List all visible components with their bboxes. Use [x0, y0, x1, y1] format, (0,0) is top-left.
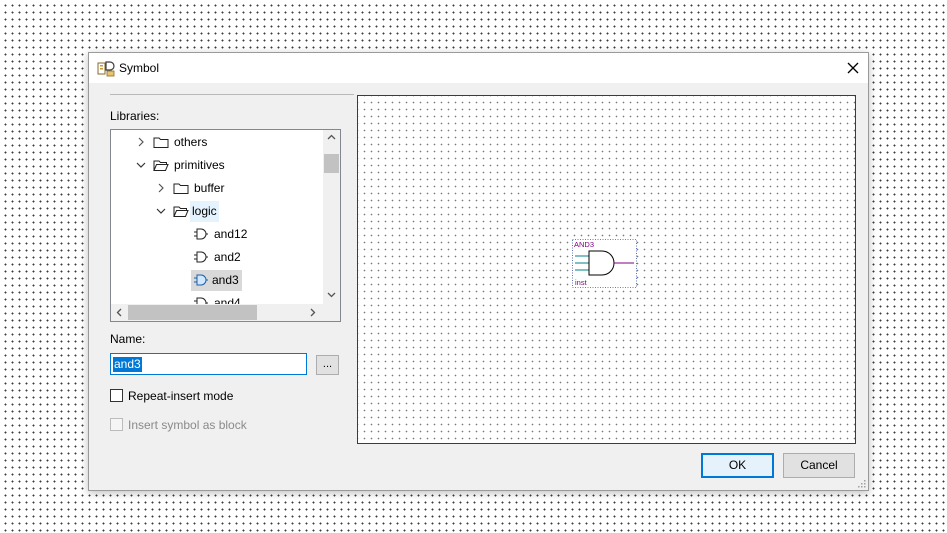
insert-block-label: Insert symbol as block [128, 418, 247, 432]
instance-name-text: inst [575, 278, 588, 287]
symbol-app-icon [97, 61, 115, 77]
symbol-icon [194, 274, 208, 286]
tree-item-buffer[interactable]: buffer [111, 178, 323, 199]
tree-item-label: others [174, 135, 208, 149]
tree-item-label: primitives [174, 158, 225, 172]
symbol-name-text: AND3 [574, 240, 594, 249]
tree-item-label: and2 [214, 250, 241, 264]
folder-open-icon [153, 160, 169, 171]
chevron-right-icon[interactable] [156, 183, 166, 193]
scrollbar-corner [323, 304, 340, 321]
repeat-insert-checkbox[interactable] [110, 389, 123, 402]
close-button[interactable] [838, 53, 868, 83]
tree-item-and4[interactable]: and4 [111, 293, 323, 304]
horizontal-scroll-thumb[interactable] [128, 305, 257, 320]
tree-item-and3[interactable]: and3 [191, 270, 242, 291]
tree-item-and12[interactable]: and12 [111, 224, 323, 245]
tree-item-logic[interactable]: logic [111, 201, 323, 222]
libraries-label: Libraries: [110, 109, 160, 123]
tree-horizontal-scrollbar[interactable] [111, 304, 323, 321]
tree-item-label: and3 [212, 273, 239, 287]
folder-icon [153, 137, 169, 148]
name-input[interactable]: and3 [110, 353, 307, 375]
symbol-dialog: Symbol Libraries: others primitives buff… [88, 52, 869, 491]
cancel-button[interactable]: Cancel [783, 453, 855, 478]
scroll-right-icon[interactable] [310, 308, 316, 317]
scroll-up-icon[interactable] [327, 134, 336, 140]
resize-grip-icon[interactable] [858, 480, 866, 488]
and3-gate-symbol: AND3 inst [572, 239, 637, 288]
symbol-icon [194, 297, 208, 304]
symbol-icon [194, 251, 208, 263]
tree-item-others[interactable]: others [111, 132, 323, 153]
browse-button[interactable]: ... [316, 355, 339, 375]
chevron-down-icon[interactable] [136, 160, 146, 170]
insert-block-checkbox[interactable] [110, 418, 123, 431]
scroll-left-icon[interactable] [116, 308, 122, 317]
folder-open-icon [173, 206, 189, 217]
tree-item-label: logic [190, 201, 219, 222]
symbol-preview: AND3 inst [357, 95, 856, 444]
libraries-tree[interactable]: others primitives buffer logic and12 and… [110, 129, 341, 322]
tree-item-label: and4 [214, 296, 241, 304]
ok-button[interactable]: OK [701, 453, 774, 478]
dialog-title: Symbol [119, 61, 160, 75]
name-label: Name: [110, 332, 146, 346]
repeat-insert-label[interactable]: Repeat-insert mode [128, 389, 233, 403]
scroll-down-icon[interactable] [327, 292, 336, 298]
chevron-down-icon[interactable] [156, 206, 166, 216]
name-input-value: and3 [113, 357, 142, 372]
tree-item-primitives[interactable]: primitives [111, 155, 323, 176]
tree-item-label: buffer [194, 181, 225, 195]
folder-icon [173, 183, 189, 194]
tree-item-label: and12 [214, 227, 248, 241]
close-icon [847, 62, 859, 74]
vertical-scroll-thumb[interactable] [324, 154, 339, 173]
tree-vertical-scrollbar[interactable] [323, 130, 340, 304]
tree-item-and2[interactable]: and2 [111, 247, 323, 268]
chevron-right-icon[interactable] [136, 137, 146, 147]
header-divider [110, 94, 354, 95]
symbol-icon [194, 228, 208, 240]
title-bar: Symbol [89, 53, 868, 83]
